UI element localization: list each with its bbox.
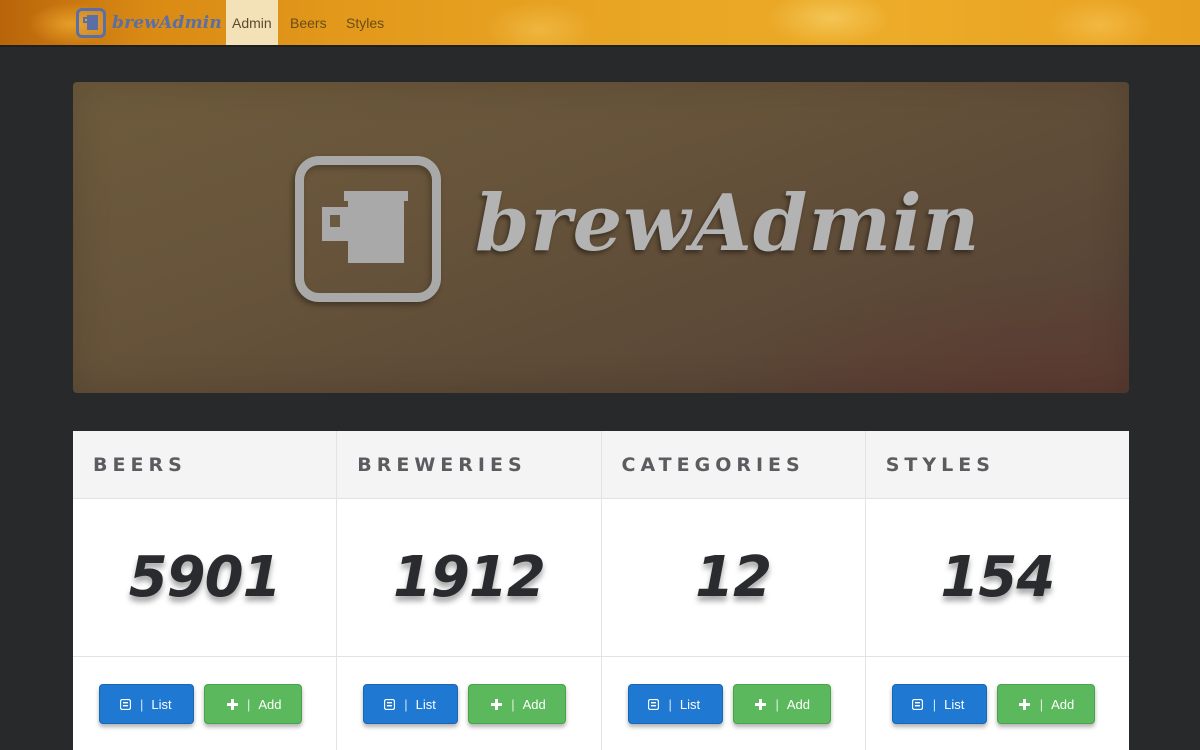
stat-actions: | List | Add	[337, 657, 600, 750]
stat-actions: | List | Add	[866, 657, 1129, 750]
stat-heading: CATEGORIES	[601, 431, 865, 499]
beer-mug-icon	[295, 156, 441, 302]
stat-actions: | List | Add	[73, 657, 336, 750]
breweries-add-button[interactable]: | Add	[468, 684, 567, 724]
stat-body: 12	[601, 499, 865, 657]
plus-icon	[1018, 698, 1032, 710]
list-label: List	[679, 696, 701, 712]
hero-banner: brewAdmin	[73, 82, 1129, 393]
styles-add-button[interactable]: | Add	[996, 684, 1095, 724]
stat-value: 1912	[392, 545, 546, 610]
hero-title: brewAdmin	[475, 178, 981, 269]
brand-name: brewAdmin	[112, 13, 222, 33]
plus-icon	[225, 698, 239, 710]
beer-mug-icon	[76, 8, 106, 38]
list-icon	[118, 698, 132, 710]
list-label: List	[415, 696, 436, 712]
list-label: List	[151, 696, 172, 712]
tab-styles[interactable]: Styles	[340, 0, 390, 45]
add-label: Add	[786, 696, 811, 712]
stat-card-styles: STYLES 154 | List | Add	[865, 431, 1129, 750]
stat-value: 12	[695, 545, 772, 610]
stat-value: 5901	[128, 545, 282, 610]
beers-add-button[interactable]: | Add	[204, 684, 302, 724]
styles-list-button[interactable]: | List	[891, 684, 987, 724]
stat-value: 154	[940, 545, 1055, 610]
navbar: brewAdmin Admin Beers Styles	[0, 0, 1200, 47]
list-icon	[647, 698, 661, 710]
beers-list-button[interactable]: | List	[99, 684, 194, 724]
stat-heading: BREWERIES	[337, 431, 601, 499]
categories-add-button[interactable]: | Add	[732, 684, 831, 724]
stat-body: 154	[865, 499, 1129, 657]
stat-card-categories: CATEGORIES 12 | List | Add	[601, 431, 866, 750]
tab-admin[interactable]: Admin	[226, 0, 278, 45]
add-label: Add	[522, 696, 546, 712]
stat-card-breweries: BREWERIES 1912 | List | Add	[337, 431, 602, 750]
stat-actions: | List | Add	[602, 657, 865, 750]
list-icon	[911, 698, 925, 710]
plus-icon	[754, 698, 768, 710]
stat-heading: STYLES	[865, 431, 1129, 499]
stat-body: 1912	[337, 499, 601, 657]
categories-list-button[interactable]: | List	[627, 684, 723, 724]
stat-body: 5901	[73, 499, 337, 657]
nav-brand[interactable]: brewAdmin	[76, 6, 222, 40]
tab-beers[interactable]: Beers	[284, 0, 333, 45]
stat-card-beers: BEERS 5901 | List | Add	[73, 431, 338, 750]
add-label: Add	[1051, 696, 1075, 712]
list-label: List	[944, 696, 965, 712]
stat-heading: BEERS	[73, 431, 337, 499]
plus-icon	[489, 698, 503, 710]
breweries-list-button[interactable]: | List	[363, 684, 459, 724]
list-icon	[382, 698, 396, 710]
stats-panel: BEERS 5901 | List | Add BREWERIES 1912 |…	[73, 431, 1129, 750]
add-label: Add	[258, 696, 282, 712]
